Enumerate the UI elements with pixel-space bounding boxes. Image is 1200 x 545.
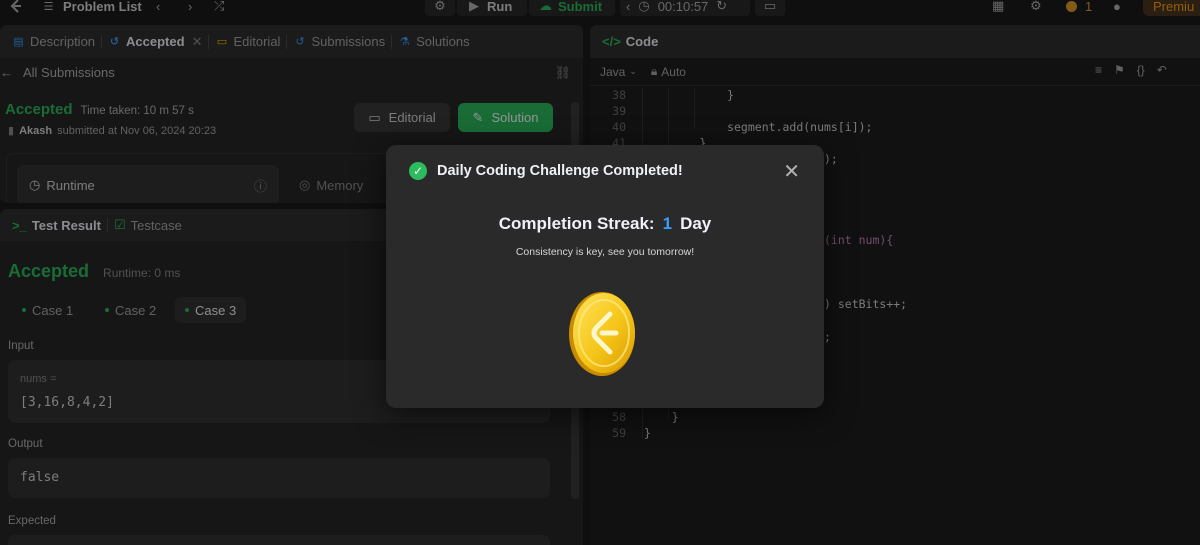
modal-header: ✓ Daily Coding Challenge Completed! [409, 162, 683, 180]
check-circle-icon: ✓ [409, 162, 427, 180]
daily-challenge-modal: ✓ Daily Coding Challenge Completed! ✕ Co… [386, 145, 824, 408]
modal-title: Daily Coding Challenge Completed! [437, 163, 683, 179]
streak-unit: Day [680, 214, 712, 233]
streak-row: Completion Streak: 1 Day [386, 214, 824, 234]
streak-label: Completion Streak: [498, 214, 655, 233]
coin-icon [566, 290, 638, 381]
close-icon[interactable]: ✕ [783, 159, 800, 184]
streak-value: 1 [662, 214, 673, 233]
streak-message: Consistency is key, see you tomorrow! [515, 246, 695, 258]
